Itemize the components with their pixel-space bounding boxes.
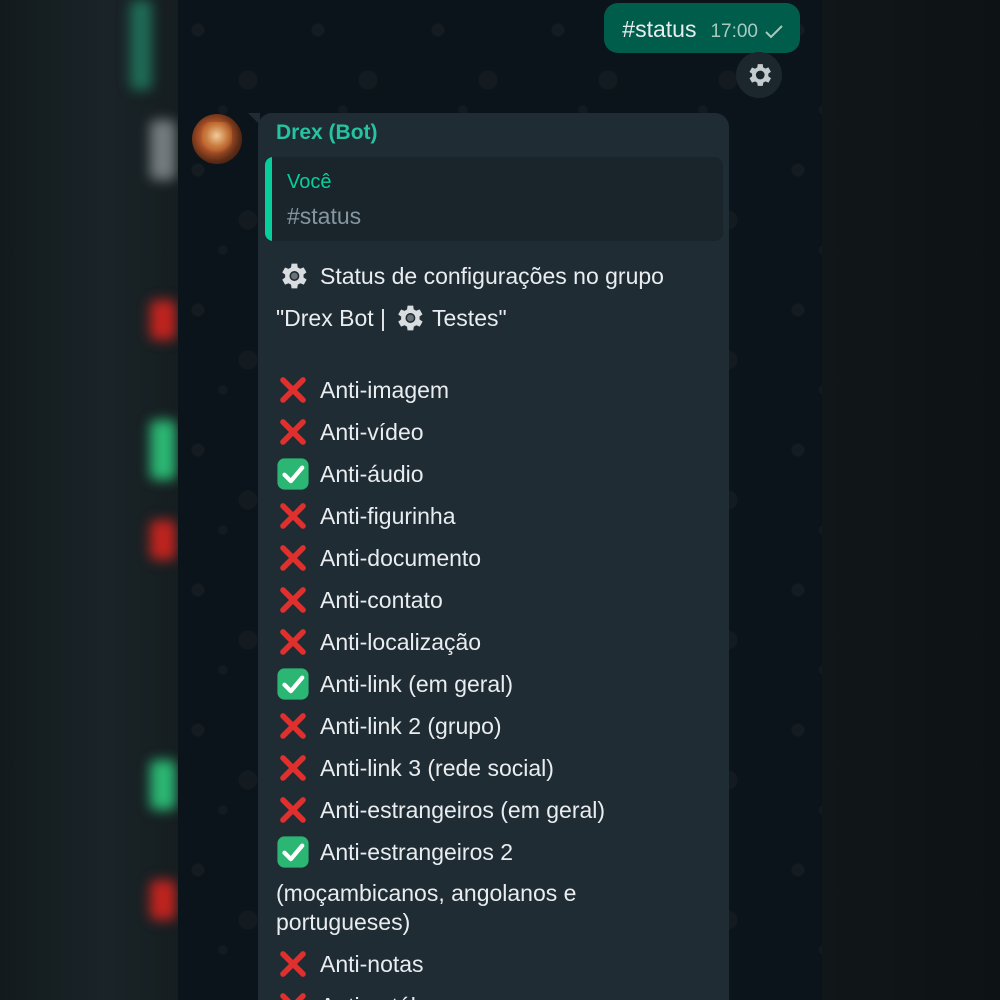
reaction-gear-button[interactable] (736, 52, 782, 98)
setting-item: Anti-catálogo (276, 985, 716, 1000)
message-time: 17:00 (710, 21, 758, 42)
setting-item: Anti-notas (276, 943, 716, 985)
settings-list: Anti-imagem Anti-vídeo Anti-áudio Anti-figu… (276, 369, 716, 1000)
setting-label: Anti-contato (320, 587, 443, 613)
cross-mark-icon (276, 583, 310, 617)
setting-item: Anti-estrangeiros (em geral) (276, 789, 716, 831)
chat-area[interactable]: #status 17:00 Drex (Bot) Você #status St… (178, 0, 822, 1000)
setting-label: Anti-documento (320, 545, 482, 571)
title-line-1: Status de configurações no grupo (276, 255, 716, 297)
setting-item: Anti-áudio (276, 453, 716, 495)
blur-accent (150, 420, 176, 480)
outgoing-message[interactable]: #status 17:00 (604, 3, 800, 53)
setting-label: Anti-link (em geral) (320, 671, 513, 697)
incoming-message[interactable]: Drex (Bot) Você #status Status de config… (248, 113, 729, 1000)
setting-label: Anti-localização (320, 629, 482, 655)
quote-text: #status (287, 203, 362, 229)
setting-item: Anti-link 2 (grupo) (276, 705, 716, 747)
title-line-2: "Drex Bot | Testes" (276, 297, 716, 339)
setting-label: Anti-imagem (320, 377, 450, 403)
group-name-start: "Drex Bot | (276, 305, 387, 331)
quoted-message[interactable]: Você #status (265, 157, 723, 241)
gear-icon (282, 263, 307, 289)
setting-item: Anti-estrangeiros 2 (276, 831, 716, 873)
setting-label: Anti-áudio (320, 461, 424, 487)
cross-mark-icon (276, 541, 310, 575)
setting-label-continuation: (moçambicanos, angolanos e portugueses) (276, 880, 577, 935)
message-body: Status de configurações no grupo "Drex B… (276, 255, 716, 1000)
message-meta: 17:00 (710, 21, 784, 45)
check-box-icon (276, 457, 310, 491)
blur-accent (130, 0, 152, 90)
blur-accent (150, 120, 176, 180)
gear-icon (749, 64, 771, 86)
setting-item: Anti-link 3 (rede social) (276, 747, 716, 789)
setting-label: Anti-estrangeiros (em geral) (320, 797, 606, 823)
blur-accent (150, 520, 176, 560)
setting-label: Anti-estrangeiros 2 (320, 839, 514, 865)
outgoing-text: #status (622, 16, 697, 42)
blur-accent (150, 300, 176, 340)
check-box-icon (276, 667, 310, 701)
gear-icon (398, 305, 423, 331)
cross-mark-icon (276, 709, 310, 743)
setting-label: Anti-vídeo (320, 419, 424, 445)
cross-mark-icon (276, 793, 310, 827)
blurred-right-panel (822, 0, 1000, 1000)
quote-author: Você (287, 171, 332, 193)
setting-label: Anti-notas (320, 951, 424, 977)
avatar[interactable] (192, 114, 242, 164)
setting-item: Anti-imagem (276, 369, 716, 411)
blur-accent (150, 760, 176, 810)
cross-mark-icon (276, 373, 310, 407)
blur-accent (150, 880, 176, 920)
setting-item: Anti-vídeo (276, 411, 716, 453)
setting-item: Anti-localização (276, 621, 716, 663)
setting-label: Anti-catálogo (320, 985, 454, 1000)
check-box-icon (276, 835, 310, 869)
cross-mark-icon (276, 415, 310, 449)
setting-label: Anti-link 3 (rede social) (320, 755, 554, 781)
title-text: Status de configurações no grupo (320, 263, 664, 289)
cross-mark-icon (276, 499, 310, 533)
sender-name[interactable]: Drex (Bot) (276, 121, 378, 145)
cross-mark-icon (276, 625, 310, 659)
blurred-left-panel (0, 0, 178, 1000)
setting-item: Anti-contato (276, 579, 716, 621)
group-name-end: Testes" (432, 305, 507, 331)
setting-item: Anti-figurinha (276, 495, 716, 537)
cross-mark-icon (276, 751, 310, 785)
quote-bar (265, 157, 272, 241)
check-icon (765, 25, 783, 39)
setting-item: Anti-link (em geral) (276, 663, 716, 705)
setting-label: Anti-figurinha (320, 503, 456, 529)
setting-label: Anti-link 2 (grupo) (320, 713, 502, 739)
cross-mark-icon (276, 947, 310, 981)
setting-item: Anti-documento (276, 537, 716, 579)
cross-mark-icon (276, 989, 310, 1000)
